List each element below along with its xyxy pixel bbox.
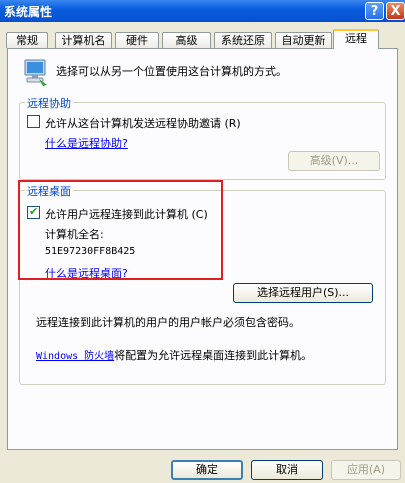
help-icon: ? — [370, 4, 379, 19]
tab-computer-name[interactable]: 计算机名 — [55, 32, 112, 48]
password-note: 远程连接到此计算机的用户的用户帐户必须包含密码。 — [36, 316, 300, 329]
close-button[interactable]: X — [386, 2, 405, 20]
tab-system-restore[interactable]: 系统还原 — [214, 32, 272, 48]
remote-assistance-checkbox[interactable] — [27, 115, 40, 128]
tab-advanced[interactable]: 高级 — [162, 32, 211, 48]
tab-automatic-updates[interactable]: 自动更新 — [275, 32, 332, 48]
system-properties-window: 系统属性 ? X 常规 计算机名 硬件 高级 系统还原 自动更新 远程 选择可以… — [0, 0, 405, 483]
remote-assistance-group: 远程协助 允许从这台计算机发送远程协助邀请 (R) 什么是远程协助? 高级(V)… — [19, 95, 386, 180]
windows-firewall-link[interactable]: Windows 防火墙 — [36, 351, 114, 362]
tab-remote[interactable]: 远程 — [333, 29, 379, 49]
tab-strip: 常规 计算机名 硬件 高级 系统还原 自动更新 远程 — [0, 29, 405, 49]
remote-assistance-help-link[interactable]: 什么是远程协助? — [45, 135, 128, 151]
title-bar[interactable]: 系统属性 ? X — [0, 0, 405, 22]
highlight-box — [18, 180, 223, 280]
close-icon: X — [390, 4, 401, 19]
apply-button[interactable]: 应用(A) — [331, 460, 401, 480]
select-remote-users-button[interactable]: 选择远程用户(S)... — [233, 283, 373, 303]
tab-general[interactable]: 常规 — [6, 32, 48, 48]
cancel-button[interactable]: 取消 — [251, 460, 323, 480]
remote-assistance-legend: 远程协助 — [25, 95, 73, 111]
ok-button[interactable]: 确定 — [171, 460, 243, 480]
remote-assistance-checkbox-label[interactable]: 允许从这台计算机发送远程协助邀请 (R) — [45, 115, 241, 131]
firewall-note: 将配置为允许远程桌面连接到此计算机。 — [114, 349, 313, 362]
computer-icon — [23, 59, 49, 87]
advanced-button[interactable]: 高级(V)... — [288, 151, 380, 171]
help-button[interactable]: ? — [365, 2, 384, 20]
tab-hardware[interactable]: 硬件 — [115, 32, 159, 48]
window-title: 系统属性 — [4, 5, 53, 19]
intro-text: 选择可以从另一个位置使用这台计算机的方式。 — [56, 65, 287, 78]
